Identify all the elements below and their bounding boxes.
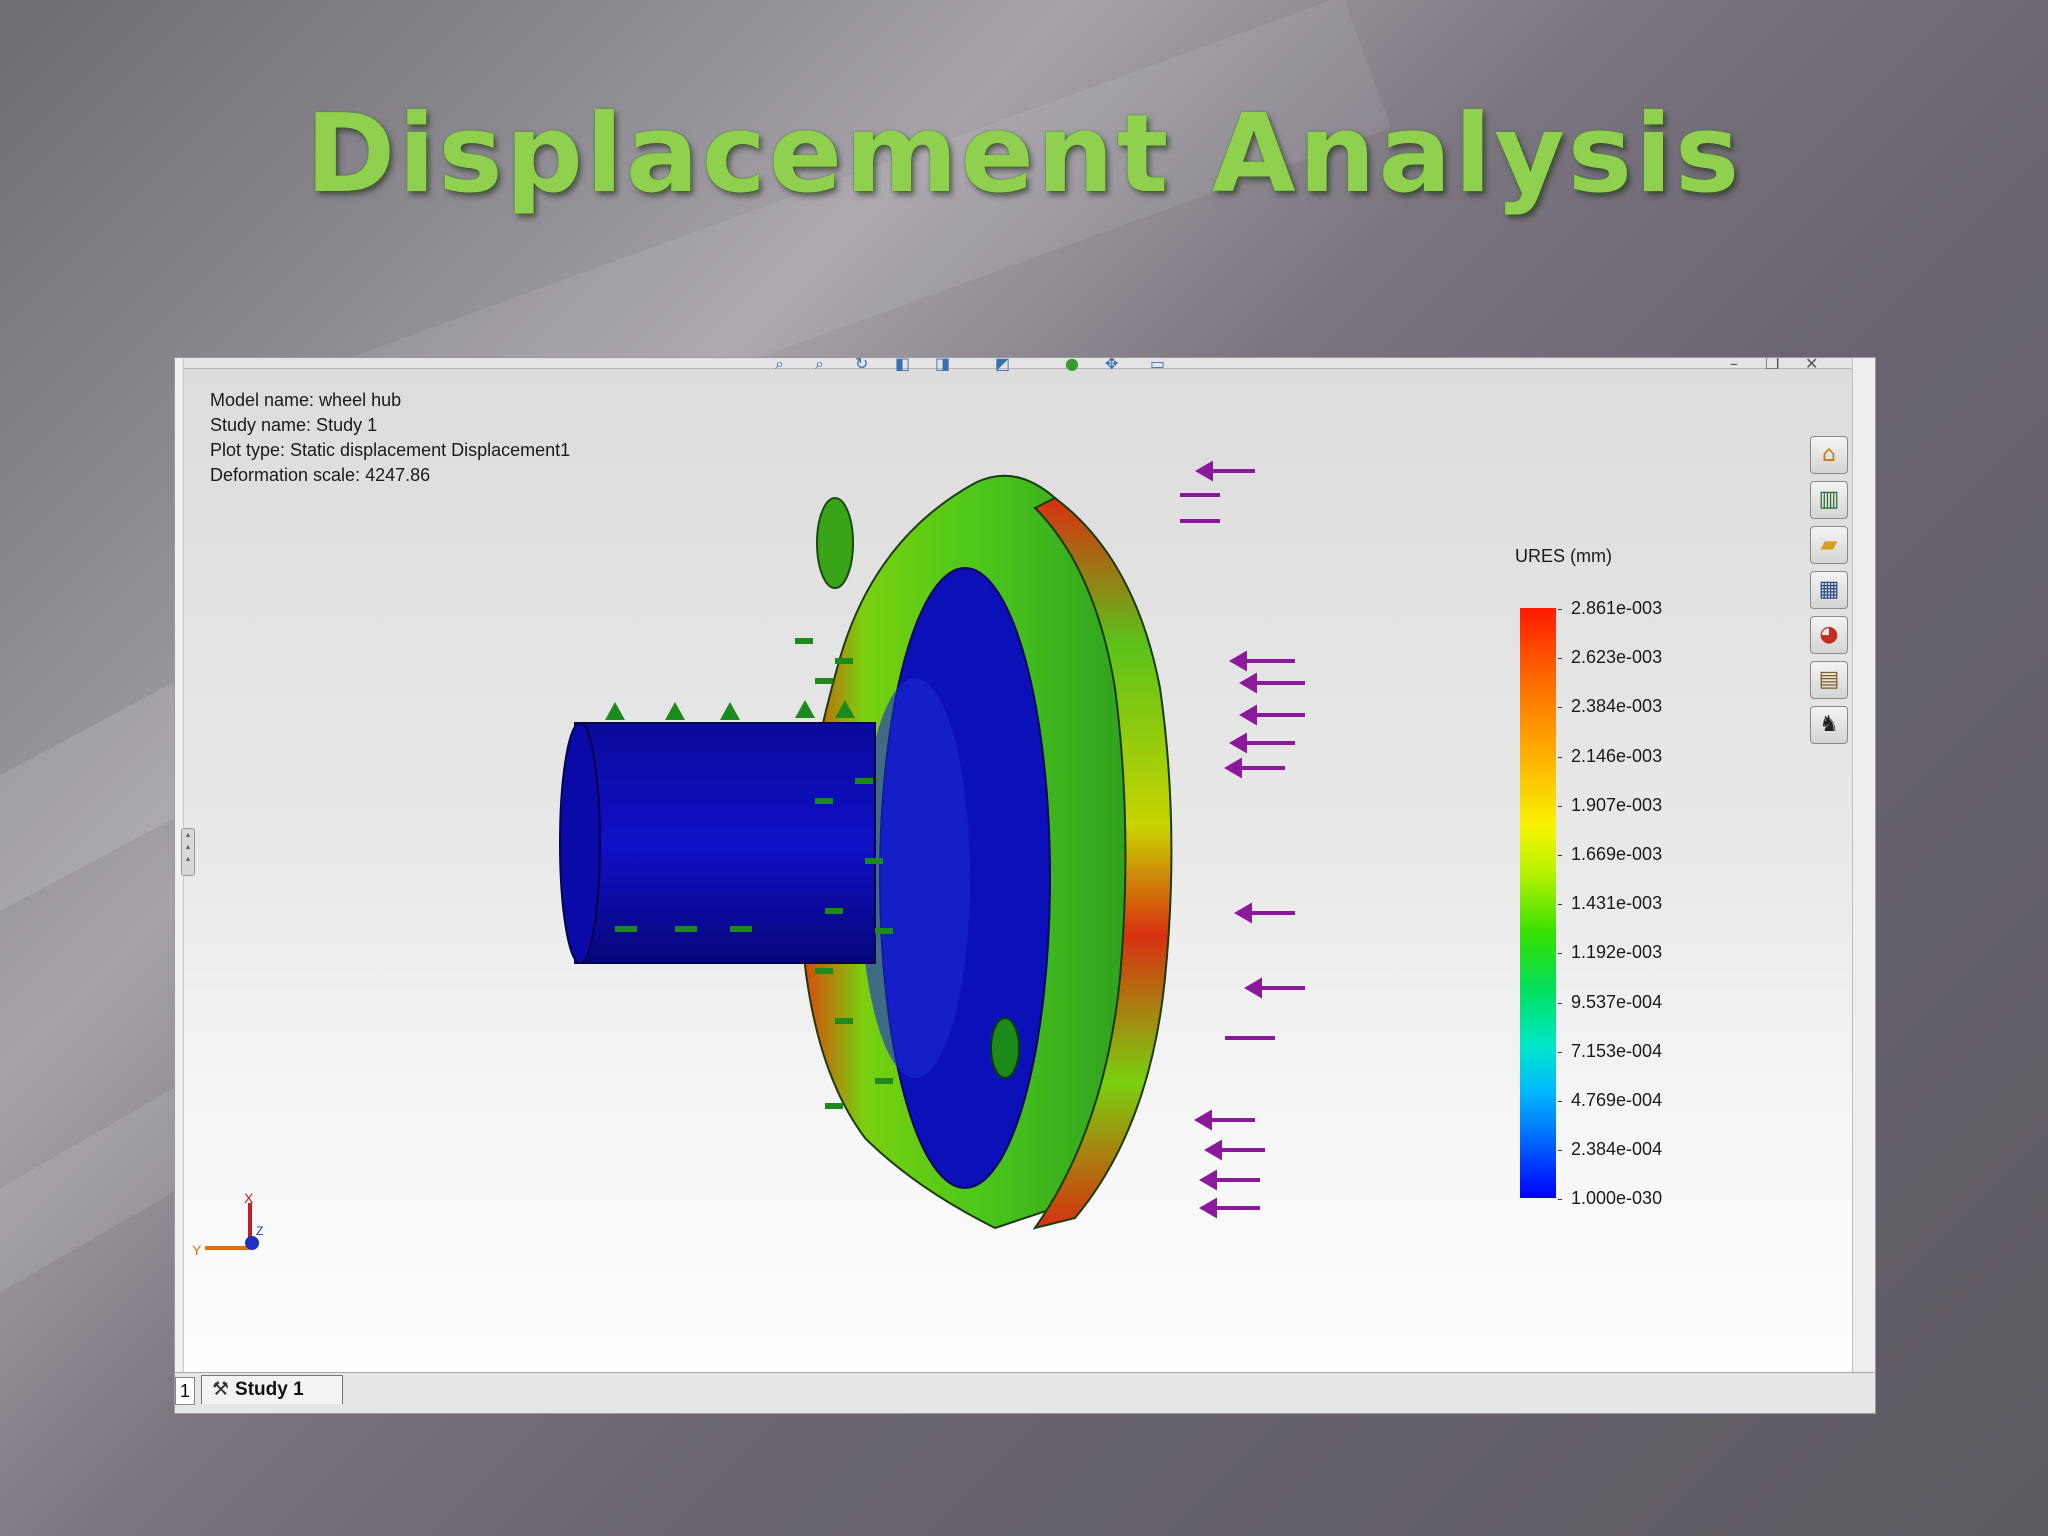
- tab-study-1[interactable]: ⚒ Study 1: [201, 1375, 343, 1404]
- folder-icon[interactable]: ▰: [1810, 526, 1848, 564]
- report-icon[interactable]: ▤: [1810, 661, 1848, 699]
- legend-label: 1.669e-003: [1571, 844, 1663, 864]
- tab-index[interactable]: 1: [175, 1377, 195, 1405]
- legend-color-bar: [1520, 608, 1556, 1198]
- legend-title: URES (mm): [1515, 546, 1612, 566]
- legend-label: 9.537e-004: [1571, 991, 1663, 1012]
- legend-label: 1.907e-003: [1571, 794, 1663, 815]
- slide-title: Displacement Analysis: [305, 92, 1743, 217]
- coordinate-triad: X Y Z: [192, 1193, 263, 1258]
- simulation-window: ⌕ ⌕ ↻ ◧ ◨ ◩ ● ✥ ▭ – ❐ ✕ ▴ ▴ ▴ Model name: …: [174, 357, 1876, 1414]
- legend-tick: [1558, 1150, 1562, 1152]
- legend-tick: [1558, 609, 1562, 610]
- legend-tick: [1558, 707, 1562, 709]
- legend-tick: [1558, 953, 1562, 955]
- bolt-hole: [990, 1017, 1020, 1079]
- legend-tick: [1558, 1002, 1562, 1004]
- legend-tick: [1558, 756, 1562, 758]
- study-icon: ⚒: [212, 1379, 230, 1400]
- triad-x-label: X: [244, 1193, 254, 1206]
- legend-tick: [1558, 658, 1562, 660]
- table-icon[interactable]: ▦: [1810, 571, 1848, 609]
- side-toolbar: ⌂ ▥ ▰ ▦ ◕ ▤ ♞: [1810, 436, 1848, 751]
- legend-label: 2.384e-004: [1571, 1139, 1663, 1160]
- tab-study-label: Study 1: [235, 1379, 304, 1400]
- legend-label: 2.146e-003: [1571, 745, 1663, 766]
- chart-icon[interactable]: ▥: [1810, 481, 1848, 519]
- legend-label: 2.384e-003: [1571, 696, 1663, 717]
- legend-tick: [1558, 805, 1562, 807]
- legend-label: 2.623e-003: [1571, 647, 1663, 668]
- legend-tick: [1558, 1199, 1562, 1201]
- triad-z-label: Z: [256, 1224, 263, 1238]
- shaft-end: [559, 722, 601, 964]
- study-tab-bar: 1 ⚒ Study 1: [175, 1372, 1875, 1413]
- legend-tick: [1558, 1101, 1562, 1102]
- legend-label: 1.000e-030: [1571, 1188, 1663, 1209]
- legend-label: 2.861e-003: [1571, 598, 1663, 618]
- legend-tick: [1558, 904, 1562, 906]
- legend-tick: [1558, 855, 1562, 856]
- hub-center-shade: [860, 678, 970, 1078]
- legend-label: 7.153e-004: [1571, 1040, 1663, 1061]
- legend-label: 4.769e-004: [1571, 1090, 1663, 1110]
- bolt-hole: [816, 497, 854, 589]
- color-wheel-icon[interactable]: ◕: [1810, 616, 1848, 654]
- wheel-hub-model[interactable]: [175, 358, 1875, 1413]
- legend-tick: [1558, 1051, 1562, 1053]
- legend-label: 1.431e-003: [1571, 893, 1663, 914]
- presenter-icon[interactable]: ♞: [1810, 706, 1848, 744]
- legend-label: 1.192e-003: [1571, 942, 1663, 963]
- home-icon[interactable]: ⌂: [1810, 436, 1848, 474]
- triad-y-label: Y: [192, 1242, 202, 1258]
- force-arrows: [1180, 460, 1305, 1219]
